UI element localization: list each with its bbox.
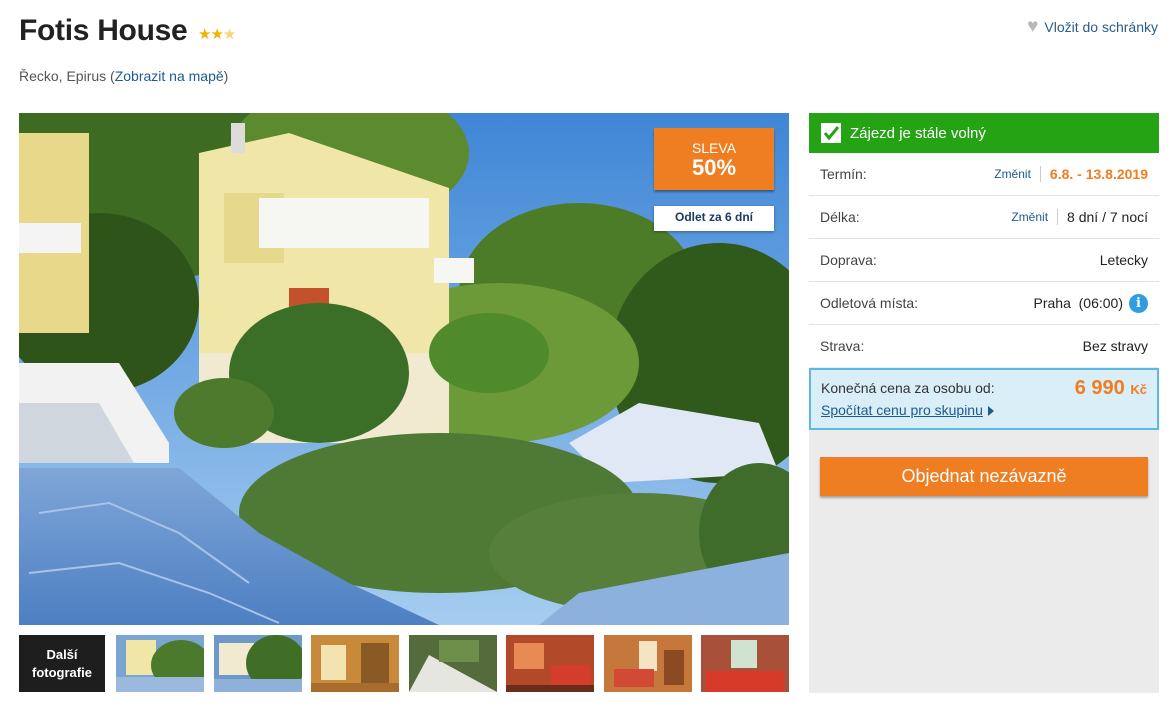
meals-label: Strava: — [820, 338, 865, 354]
thumbnail-7[interactable] — [701, 635, 789, 692]
discount-badge: SLEVA 50% — [654, 128, 774, 190]
show-on-map-link[interactable]: Zobrazit na mapě — [115, 68, 224, 84]
transport-row: Doprava: Letecky — [809, 239, 1159, 282]
location: Řecko, Epirus (Zobrazit na mapě) — [19, 68, 228, 84]
group-price-link[interactable]: Spočítat cenu pro skupinu — [821, 402, 994, 418]
info-icon[interactable]: i — [1129, 293, 1148, 313]
location-text: Řecko, Epirus ( — [19, 68, 115, 84]
duration-value: 8 dní / 7 nocí — [1067, 209, 1148, 225]
departure-badge: Odlet za 6 dní — [654, 206, 774, 231]
term-value: 6.8. - 13.8.2019 — [1049, 166, 1148, 182]
thumbnail-1[interactable] — [116, 635, 204, 692]
thumbnail-3[interactable] — [311, 635, 399, 692]
order-button[interactable]: Objednat nezávazně — [820, 457, 1148, 496]
duration-label: Délka: — [820, 209, 860, 225]
price-label: Konečná cena za osobu od: — [821, 380, 995, 396]
price-box: Konečná cena za osobu od: 6 990 Kč Spočí… — [809, 368, 1159, 430]
star-icon: ★★ — [198, 26, 224, 43]
term-row: Termín: Změnit 6.8. - 13.8.2019 — [809, 153, 1159, 196]
heart-icon: ♥ — [1027, 16, 1039, 37]
availability-status: Zájezd je stále volný — [809, 113, 1159, 153]
star-rating: ★★★ — [198, 25, 236, 43]
group-price-label: Spočítat cenu pro skupinu — [821, 402, 983, 418]
more-photos-label-1: Další — [46, 646, 78, 662]
thumbnail-2[interactable] — [214, 635, 302, 692]
transport-label: Doprava: — [820, 252, 877, 268]
add-to-clipboard-button[interactable]: ♥ Vložit do schránky — [1027, 17, 1158, 36]
booking-details: Termín: Změnit 6.8. - 13.8.2019 Délka: Zm… — [809, 153, 1159, 367]
transport-value: Letecky — [1099, 252, 1148, 268]
thumbnail-5[interactable] — [506, 635, 594, 692]
term-label: Termín: — [820, 166, 867, 182]
price-currency: Kč — [1130, 382, 1147, 397]
price-amount: 6 990 — [1074, 377, 1125, 399]
star-half-icon: ★ — [222, 26, 236, 43]
thumbnail-6[interactable] — [604, 635, 692, 692]
checkbox-check-icon — [821, 123, 841, 143]
departure-places-label: Odletová místa: — [820, 295, 919, 311]
meals-value: Bez stravy — [1082, 338, 1148, 354]
change-duration-link[interactable]: Změnit — [1011, 209, 1059, 225]
thumbnail-4[interactable] — [409, 635, 497, 692]
triangle-right-icon — [987, 406, 994, 417]
departure-places-row: Odletová místa: Praha (06:00) i — [809, 282, 1159, 325]
more-photos-button[interactable]: Další fotografie — [19, 635, 105, 692]
location-suffix: ) — [223, 68, 229, 84]
discount-label: SLEVA — [691, 140, 737, 156]
price-value: 6 990 Kč — [1075, 377, 1147, 400]
add-to-clipboard-label: Vložit do schránky — [1044, 18, 1158, 35]
meals-row: Strava: Bez stravy — [809, 325, 1159, 367]
hotel-title: Fotis House — [19, 14, 188, 47]
discount-value: 50% — [691, 155, 737, 180]
duration-row: Délka: Změnit 8 dní / 7 nocí — [809, 196, 1159, 239]
booking-panel: Zájezd je stále volný Termín: Změnit 6.8.… — [809, 113, 1159, 693]
change-term-link[interactable]: Změnit — [994, 166, 1041, 182]
availability-text: Zájezd je stále volný — [850, 124, 986, 142]
more-photos-label-2: fotografie — [32, 664, 92, 680]
departure-places-value: Praha (06:00) — [1033, 295, 1124, 311]
